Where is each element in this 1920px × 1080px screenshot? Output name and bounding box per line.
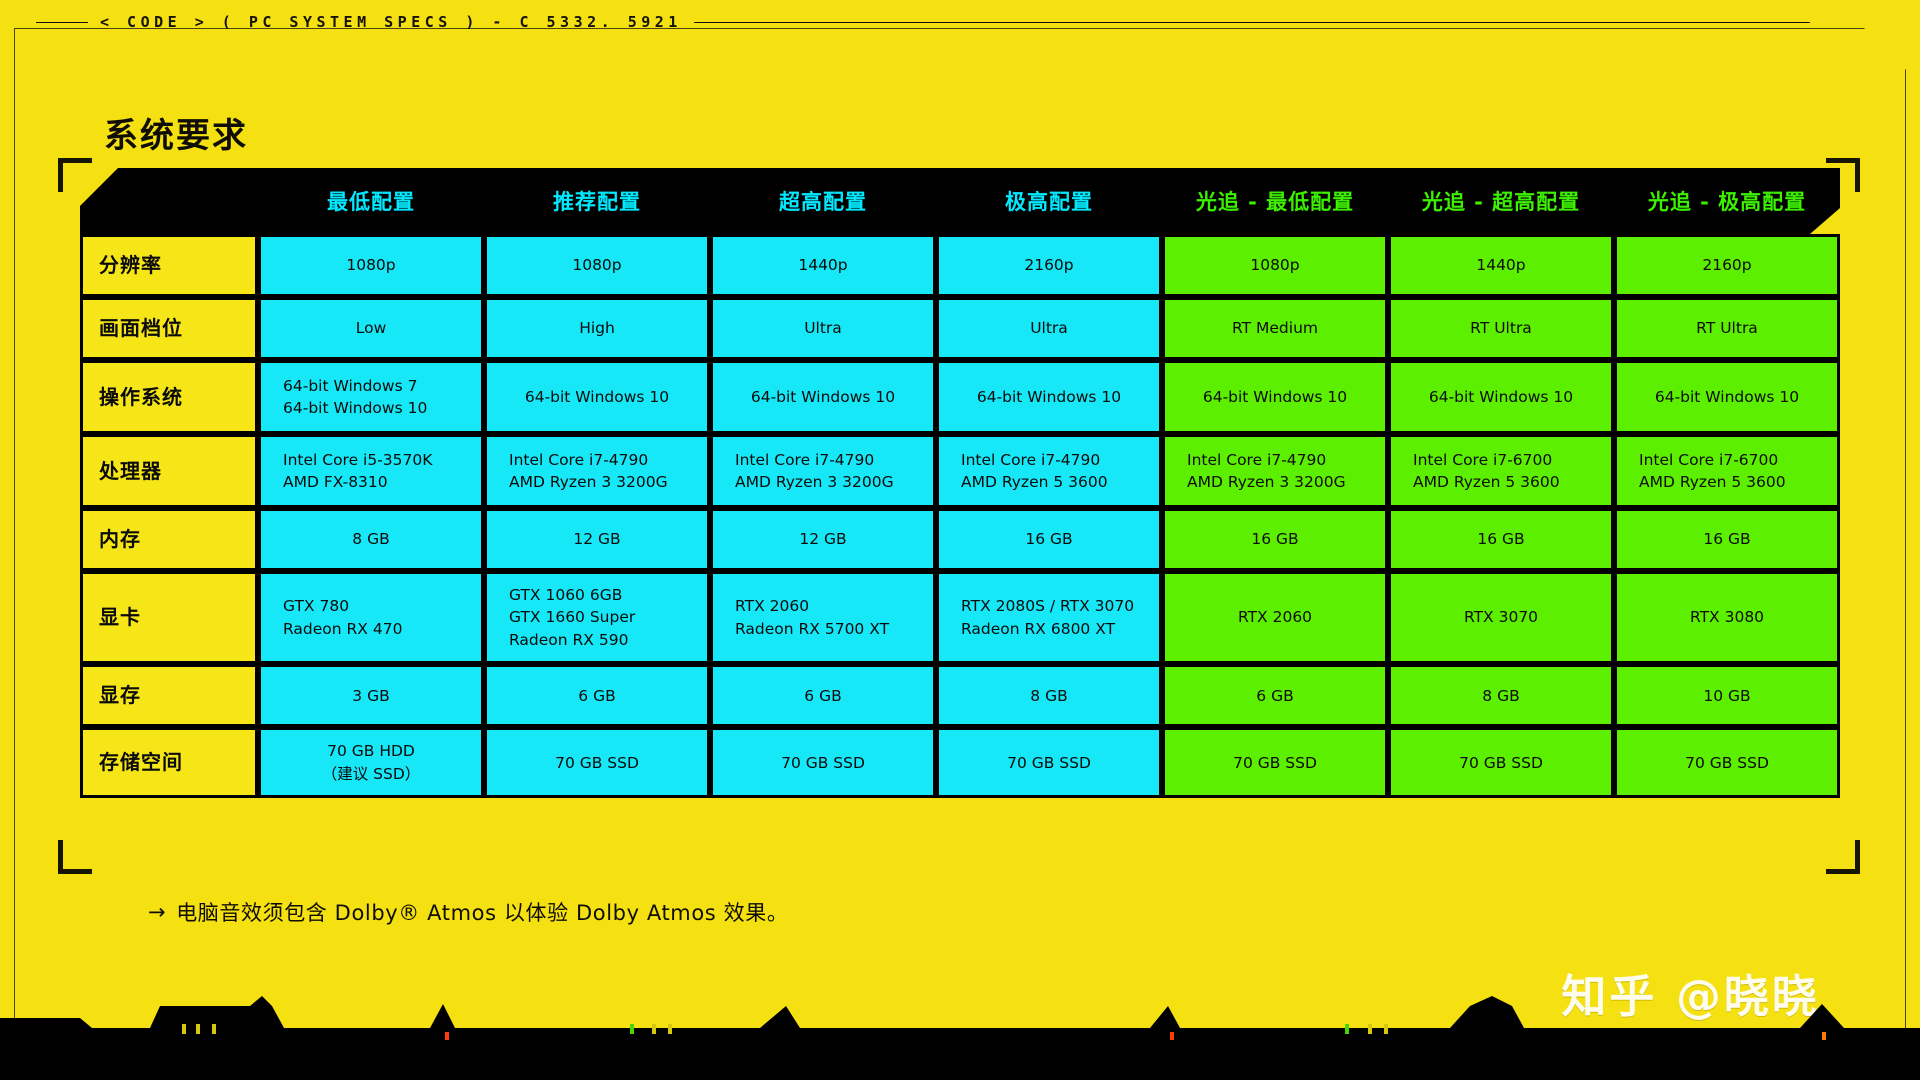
topbar-tail-rule: [693, 21, 1810, 23]
cell-os-ultra: 64-bit Windows 10: [710, 360, 936, 434]
cell-vram-rt-minimum: 6 GB: [1162, 664, 1388, 728]
cell-vram-recommended: 6 GB: [484, 664, 710, 728]
table-row: 画面档位 Low High Ultra Ultra RT Medium RT U…: [80, 297, 1840, 360]
table-row: 处理器 Intel Core i5-3570K AMD FX-8310 Inte…: [80, 434, 1840, 508]
cell-ram-rt-extreme: 16 GB: [1614, 508, 1840, 571]
corner-bracket-bottom-right: [1826, 840, 1860, 874]
table-row: 操作系统 64-bit Windows 7 64-bit Windows 10 …: [80, 360, 1840, 434]
footnote: → 电脑音效须包含 Dolby® Atmos 以体验 Dolby Atmos 效…: [148, 897, 788, 927]
cell-storage-extreme: 70 GB SSD: [936, 727, 1162, 799]
cell-resolution-minimum: 1080p: [258, 234, 484, 297]
corner-bracket-bottom-left: [58, 840, 92, 874]
cell-ram-rt-minimum: 16 GB: [1162, 508, 1388, 571]
row-label-resolution: 分辨率: [80, 234, 258, 297]
table-header: 最低配置 推荐配置 超高配置 极高配置 光追 - 最低配置 光追 - 超高配置 …: [80, 168, 1840, 234]
top-code-bar: < CODE > ( PC SYSTEM SPECS ) - C 5332. 5…: [0, 0, 1920, 44]
row-label-operating-system: 操作系统: [80, 360, 258, 434]
cell-preset-rt-extreme: RT Ultra: [1614, 297, 1840, 360]
cell-gpu-rt-minimum: RTX 2060: [1162, 571, 1388, 665]
column-header-4: 光追 - 最低配置: [1162, 168, 1388, 234]
cell-gpu-recommended: GTX 1060 6GB GTX 1660 Super Radeon RX 59…: [484, 571, 710, 665]
row-label-graphics-card: 显卡: [80, 571, 258, 665]
cell-cpu-recommended: Intel Core i7-4790 AMD Ryzen 3 3200G: [484, 434, 710, 508]
column-header-3: 极高配置: [936, 168, 1162, 234]
table-header-corner: [80, 168, 258, 234]
table-row: 存储空间 70 GB HDD （建议 SSD） 70 GB SSD 70 GB …: [80, 727, 1840, 799]
cell-cpu-rt-ultra: Intel Core i7-6700 AMD Ryzen 5 3600: [1388, 434, 1614, 508]
cell-preset-extreme: Ultra: [936, 297, 1162, 360]
cell-os-extreme: 64-bit Windows 10: [936, 360, 1162, 434]
table-row: 内存 8 GB 12 GB 12 GB 16 GB 16 GB 16 GB 16…: [80, 508, 1840, 571]
cell-gpu-extreme: RTX 2080S / RTX 3070 Radeon RX 6800 XT: [936, 571, 1162, 665]
topbar-code-label: < CODE > ( PC SYSTEM SPECS ) - C 5332. 5…: [100, 13, 682, 31]
cell-storage-recommended: 70 GB SSD: [484, 727, 710, 799]
cell-ram-minimum: 8 GB: [258, 508, 484, 571]
cell-gpu-rt-extreme: RTX 3080: [1614, 571, 1840, 665]
cell-preset-rt-ultra: RT Ultra: [1388, 297, 1614, 360]
cell-resolution-extreme: 2160p: [936, 234, 1162, 297]
cell-cpu-rt-minimum: Intel Core i7-4790 AMD Ryzen 3 3200G: [1162, 434, 1388, 508]
column-header-0: 最低配置: [258, 168, 484, 234]
cell-preset-minimum: Low: [258, 297, 484, 360]
skyline-lights-decoration: [0, 994, 1920, 1080]
cell-preset-recommended: High: [484, 297, 710, 360]
cell-vram-minimum: 3 GB: [258, 664, 484, 728]
cell-gpu-rt-ultra: RTX 3070: [1388, 571, 1614, 665]
cell-vram-rt-extreme: 10 GB: [1614, 664, 1840, 728]
table-header-row: 最低配置 推荐配置 超高配置 极高配置 光追 - 最低配置 光追 - 超高配置 …: [80, 168, 1840, 234]
cell-storage-ultra: 70 GB SSD: [710, 727, 936, 799]
cell-preset-rt-minimum: RT Medium: [1162, 297, 1388, 360]
footnote-text: 电脑音效须包含 Dolby® Atmos 以体验 Dolby Atmos 效果。: [176, 901, 789, 925]
cell-storage-rt-extreme: 70 GB SSD: [1614, 727, 1840, 799]
cell-gpu-minimum: GTX 780 Radeon RX 470: [258, 571, 484, 665]
cell-ram-recommended: 12 GB: [484, 508, 710, 571]
column-header-5: 光追 - 超高配置: [1388, 168, 1614, 234]
column-header-2: 超高配置: [710, 168, 936, 234]
row-label-memory: 内存: [80, 508, 258, 571]
column-header-6: 光追 - 极高配置: [1614, 168, 1840, 234]
cell-resolution-rt-minimum: 1080p: [1162, 234, 1388, 297]
cell-resolution-recommended: 1080p: [484, 234, 710, 297]
cell-ram-extreme: 16 GB: [936, 508, 1162, 571]
system-requirements-table: 最低配置 推荐配置 超高配置 极高配置 光追 - 最低配置 光追 - 超高配置 …: [80, 168, 1840, 799]
row-label-vram: 显存: [80, 664, 258, 728]
cell-cpu-ultra: Intel Core i7-4790 AMD Ryzen 3 3200G: [710, 434, 936, 508]
row-label-processor: 处理器: [80, 434, 258, 508]
cell-os-recommended: 64-bit Windows 10: [484, 360, 710, 434]
row-label-storage: 存储空间: [80, 727, 258, 799]
arrow-right-icon: →: [148, 900, 167, 924]
cell-resolution-ultra: 1440p: [710, 234, 936, 297]
cell-resolution-rt-ultra: 1440p: [1388, 234, 1614, 297]
cell-storage-rt-ultra: 70 GB SSD: [1388, 727, 1614, 799]
cell-os-minimum: 64-bit Windows 7 64-bit Windows 10: [258, 360, 484, 434]
table-body: 分辨率 1080p 1080p 1440p 2160p 1080p 1440p …: [80, 234, 1840, 799]
row-label-graphics-preset: 画面档位: [80, 297, 258, 360]
cell-resolution-rt-extreme: 2160p: [1614, 234, 1840, 297]
cell-cpu-minimum: Intel Core i5-3570K AMD FX-8310: [258, 434, 484, 508]
system-requirements-table-wrap: 最低配置 推荐配置 超高配置 极高配置 光追 - 最低配置 光追 - 超高配置 …: [80, 168, 1840, 799]
table-row: 显卡 GTX 780 Radeon RX 470 GTX 1060 6GB GT…: [80, 571, 1840, 665]
cell-ram-rt-ultra: 16 GB: [1388, 508, 1614, 571]
table-row: 显存 3 GB 6 GB 6 GB 8 GB 6 GB 8 GB 10 GB: [80, 664, 1840, 728]
cell-storage-rt-minimum: 70 GB SSD: [1162, 727, 1388, 799]
page-title: 系统要求: [104, 116, 248, 156]
topbar-lead-rule: [36, 21, 88, 23]
cell-vram-ultra: 6 GB: [710, 664, 936, 728]
cell-storage-minimum: 70 GB HDD （建议 SSD）: [258, 727, 484, 799]
cell-os-rt-ultra: 64-bit Windows 10: [1388, 360, 1614, 434]
table-row: 分辨率 1080p 1080p 1440p 2160p 1080p 1440p …: [80, 234, 1840, 297]
cell-cpu-rt-extreme: Intel Core i7-6700 AMD Ryzen 5 3600: [1614, 434, 1840, 508]
cell-vram-rt-ultra: 8 GB: [1388, 664, 1614, 728]
cell-os-rt-extreme: 64-bit Windows 10: [1614, 360, 1840, 434]
cell-gpu-ultra: RTX 2060 Radeon RX 5700 XT: [710, 571, 936, 665]
cell-vram-extreme: 8 GB: [936, 664, 1162, 728]
column-header-1: 推荐配置: [484, 168, 710, 234]
cell-cpu-extreme: Intel Core i7-4790 AMD Ryzen 5 3600: [936, 434, 1162, 508]
cell-preset-ultra: Ultra: [710, 297, 936, 360]
cell-ram-ultra: 12 GB: [710, 508, 936, 571]
cell-os-rt-minimum: 64-bit Windows 10: [1162, 360, 1388, 434]
